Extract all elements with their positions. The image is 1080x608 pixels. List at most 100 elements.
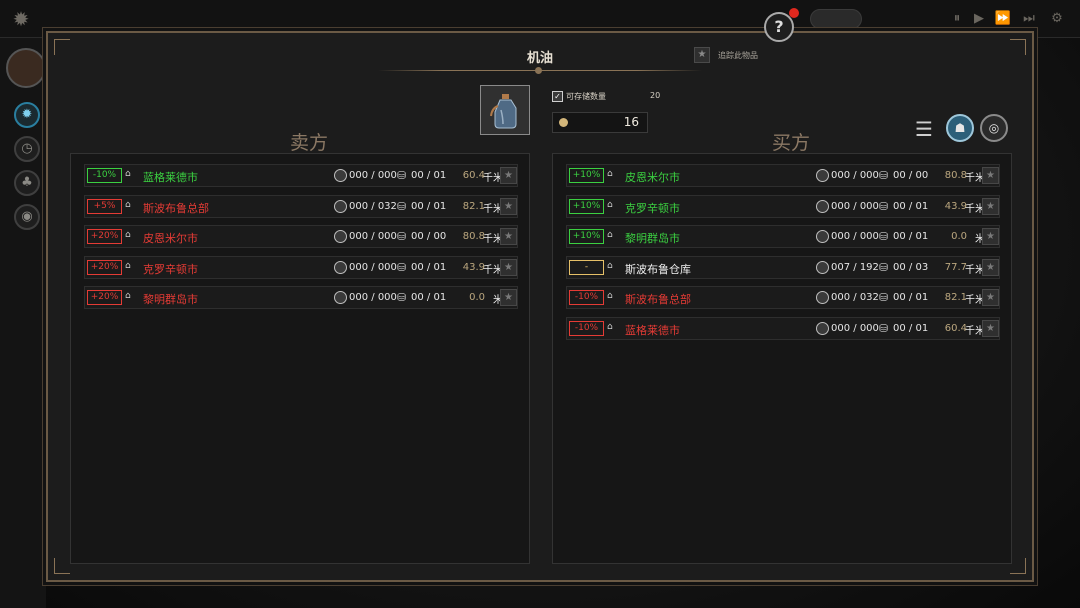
list-item[interactable]: +20% ⌂ 黎明群岛市 000 / 000 ⛁ 00 / 01 0.0 米 ★ — [84, 286, 518, 309]
trade-icon: ⛁ — [397, 199, 407, 213]
settings-icon[interactable]: ⚙ — [1048, 10, 1066, 28]
sellers-panel: -10% ⌂ 蓝格莱德市 000 / 000 ⛁ 00 / 01 60.4 千米 ★ +5% ⌂ 斯波… — [70, 153, 530, 564]
star-icon[interactable]: ★ — [982, 319, 999, 337]
location-name[interactable]: 蓝格莱德市 — [625, 322, 680, 338]
stock-count: 000 / 000 — [831, 170, 879, 181]
speed-toggle[interactable] — [810, 9, 862, 29]
trade-icon: ⛁ — [397, 260, 407, 274]
warehouse-icon — [334, 291, 347, 304]
stock-count: 000 / 000 — [349, 292, 397, 303]
list-item[interactable]: +20% ⌂ 克罗辛顿市 000 / 000 ⛁ 00 / 01 43.9 千米 ★ — [84, 255, 518, 279]
trade-count: 00 / 01 — [411, 292, 447, 303]
warehouse-icon — [816, 230, 829, 243]
list-item[interactable]: +20% ⌂ 皮恩米尔市 000 / 000 ⛁ 00 / 00 80.8 千米 ★ — [84, 225, 518, 248]
star-icon[interactable]: ★ — [500, 197, 517, 215]
location-name[interactable]: 皮恩米尔市 — [625, 169, 680, 185]
star-icon[interactable]: ★ — [982, 289, 999, 306]
trade-icon: ⛁ — [879, 169, 889, 182]
star-icon[interactable]: ★ — [694, 47, 710, 63]
list-item[interactable]: -10% ⌂ 蓝格莱德市 000 / 000 ⛁ 00 / 01 60.4 千米 ★ — [566, 316, 1000, 340]
sort-icon[interactable]: ☰ — [910, 115, 938, 143]
stock-count: 007 / 192 — [831, 261, 879, 273]
price-modifier-badge: +10% — [569, 198, 604, 214]
price-modifier-badge: -10% — [87, 168, 122, 183]
star-icon[interactable]: ★ — [500, 289, 517, 306]
sidebar-gear-icon[interactable]: ✹ — [14, 102, 40, 128]
price-modifier-badge: +20% — [87, 290, 122, 305]
location-name[interactable]: 斯波布鲁仓库 — [625, 261, 691, 277]
list-item[interactable]: +10% ⌂ 克罗辛顿市 000 / 000 ⛁ 00 / 01 43.9 千米 ★ — [566, 194, 1000, 218]
star-icon[interactable]: ★ — [500, 167, 517, 184]
location-name[interactable]: 斯波布鲁总部 — [625, 291, 691, 307]
target-icon[interactable]: ◎ — [980, 114, 1008, 142]
trade-icon: ⛁ — [879, 199, 889, 213]
sidebar-map-icon[interactable]: ◉ — [14, 204, 40, 230]
list-item[interactable]: - ⌂ 斯波布鲁仓库 007 / 192 ⛁ 00 / 03 77.7 千米 ★ — [566, 255, 1000, 279]
location-name[interactable]: 蓝格莱德市 — [143, 169, 198, 185]
location-type-icon: ⌂ — [125, 291, 131, 301]
price-modifier-badge: +20% — [87, 259, 122, 275]
location-name[interactable]: 黎明群岛市 — [143, 291, 198, 307]
location-name[interactable]: 黎明群岛市 — [625, 230, 680, 246]
quantity-field[interactable]: 16 — [552, 112, 648, 133]
track-item-toggle[interactable]: ★ 追踪此物品 — [694, 47, 758, 63]
star-icon[interactable]: ★ — [982, 197, 999, 215]
list-item[interactable]: -10% ⌂ 蓝格莱德市 000 / 000 ⛁ 00 / 01 60.4 千米 ★ — [84, 164, 518, 187]
faster-forward-icon[interactable]: ⏭ — [1020, 10, 1038, 28]
stock-count: 000 / 000 — [831, 200, 879, 212]
fast-forward-icon[interactable]: ⏩ — [994, 10, 1012, 28]
star-icon[interactable]: ★ — [982, 167, 999, 184]
sidebar-people-icon[interactable]: ♣ — [14, 170, 40, 196]
sidebar-clock-icon[interactable]: ◷ — [14, 136, 40, 162]
filter-icon[interactable]: ☗ — [946, 114, 974, 142]
list-item[interactable]: -10% ⌂ 斯波布鲁总部 000 / 032 ⛁ 00 / 01 82.1 千米 ★ — [566, 286, 1000, 309]
gear-icon[interactable]: ✹ — [10, 8, 32, 30]
corner-ornament — [1010, 558, 1026, 574]
price-modifier-badge: -10% — [569, 290, 604, 305]
trade-icon: ⛁ — [397, 291, 407, 304]
location-name[interactable]: 克罗辛顿市 — [625, 200, 680, 216]
pause-icon[interactable]: ⏸ — [948, 10, 966, 28]
warehouse-icon — [816, 169, 829, 182]
location-type-icon: ⌂ — [125, 230, 131, 240]
play-icon[interactable]: ▶ — [970, 10, 988, 28]
trade-count: 00 / 01 — [893, 200, 929, 212]
location-name[interactable]: 克罗辛顿市 — [143, 261, 198, 277]
star-icon[interactable]: ★ — [982, 258, 999, 276]
star-icon[interactable]: ★ — [500, 258, 517, 276]
location-name[interactable]: 皮恩米尔市 — [143, 230, 198, 246]
quantity-value: 16 — [623, 115, 639, 129]
star-icon[interactable]: ★ — [982, 228, 999, 245]
location-type-icon: ⌂ — [125, 199, 131, 210]
list-item[interactable]: +10% ⌂ 皮恩米尔市 000 / 000 ⛁ 00 / 00 80.8 千米 ★ — [566, 164, 1000, 187]
trade-icon: ⛁ — [397, 169, 407, 182]
trade-count: 00 / 00 — [411, 231, 447, 242]
warehouse-icon — [816, 199, 829, 213]
price-modifier-badge: -10% — [569, 320, 604, 336]
warehouse-icon — [334, 169, 347, 182]
star-icon[interactable]: ★ — [500, 228, 517, 245]
list-item[interactable]: +5% ⌂ 斯波布鲁总部 000 / 032 ⛁ 00 / 01 82.1 千米 ★ — [84, 194, 518, 218]
notification-dot — [789, 8, 799, 18]
location-name[interactable]: 斯波布鲁总部 — [143, 200, 209, 216]
list-item[interactable]: +10% ⌂ 黎明群岛市 000 / 000 ⛁ 00 / 01 0.0 米 ★ — [566, 225, 1000, 248]
capacity-value: 20 — [650, 91, 661, 100]
capacity-checkbox[interactable]: ✓ — [552, 91, 563, 102]
sellers-title: 卖方 — [290, 132, 329, 154]
trade-count: 00 / 01 — [411, 170, 447, 181]
trade-icon: ⛁ — [879, 321, 889, 335]
coin-icon — [559, 118, 568, 127]
price-modifier-badge: +10% — [569, 229, 604, 244]
capacity-toggle[interactable]: ✓ 可存储数量 — [552, 91, 606, 102]
trade-icon: ⛁ — [879, 291, 889, 304]
trade-count: 00 / 01 — [893, 231, 929, 242]
avatar[interactable] — [6, 48, 46, 88]
window-title: 机油 — [526, 51, 553, 66]
title-divider-dot — [535, 67, 542, 74]
stock-count: 000 / 000 — [349, 261, 397, 273]
location-type-icon: ⌂ — [607, 169, 613, 179]
item-image — [480, 85, 530, 135]
buyers-panel: +10% ⌂ 皮恩米尔市 000 / 000 ⛁ 00 / 00 80.8 千米 ★ +10% ⌂ 克… — [552, 153, 1012, 564]
price-modifier-badge: - — [569, 259, 604, 275]
oil-can-icon — [490, 94, 517, 129]
